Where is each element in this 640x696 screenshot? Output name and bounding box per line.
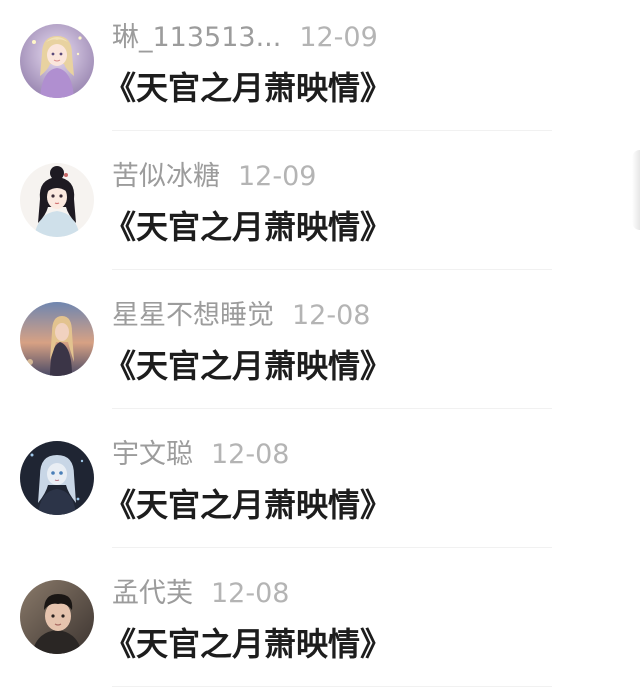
comment-meta: 星星不想睡觉 12-08 <box>112 299 370 333</box>
comment-item: 星星不想睡觉 12-08 《天官之月萧映情》 <box>0 278 640 408</box>
comment-item: 苦似冰糖 12-09 《天官之月萧映情》 <box>0 139 640 269</box>
username[interactable]: 宇文聪 <box>112 439 193 470</box>
divider <box>112 547 552 548</box>
comment-date: 12-08 <box>211 578 290 609</box>
dark-anime-girl-avatar-icon[interactable] <box>20 441 94 515</box>
young-man-photo-avatar-icon[interactable] <box>20 580 94 654</box>
divider <box>112 408 552 409</box>
username[interactable]: 孟代芙 <box>112 578 193 609</box>
comment-item: 琳_113513... 12-09 《天官之月萧映情》 <box>0 0 640 130</box>
comment-item: 孟代芙 12-08 《天官之月萧映情》 <box>0 556 640 686</box>
sunset-girl-avatar-icon[interactable] <box>20 302 94 376</box>
comment-meta: 苦似冰糖 12-09 <box>112 160 316 194</box>
comment-text: 《天官之月萧映情》 <box>104 625 393 663</box>
comment-text: 《天官之月萧映情》 <box>104 486 393 524</box>
comment-date: 12-09 <box>299 22 378 53</box>
divider <box>112 130 552 131</box>
comment-text: 《天官之月萧映情》 <box>104 208 393 246</box>
comment-meta: 宇文聪 12-08 <box>112 438 289 472</box>
girl-purple-dress-avatar-icon[interactable] <box>20 24 94 98</box>
edge-handle <box>632 150 640 230</box>
username[interactable]: 苦似冰糖 <box>112 161 220 192</box>
comment-meta: 琳_113513... 12-09 <box>112 21 378 55</box>
divider <box>112 686 552 687</box>
comment-text: 《天官之月萧映情》 <box>104 69 393 107</box>
comment-item: 宇文聪 12-08 《天官之月萧映情》 <box>0 417 640 547</box>
comment-date: 12-09 <box>238 161 317 192</box>
comment-date: 12-08 <box>211 439 290 470</box>
divider <box>112 269 552 270</box>
comment-meta: 孟代芙 12-08 <box>112 577 289 611</box>
username[interactable]: 星星不想睡觉 <box>112 300 274 331</box>
comment-list: 琳_113513... 12-09 《天官之月萧映情》 苦似冰糖 12-09 《天官… <box>0 0 640 696</box>
username[interactable]: 琳_113513... <box>112 22 281 53</box>
comment-text: 《天官之月萧映情》 <box>104 347 393 385</box>
comment-date: 12-08 <box>292 300 371 331</box>
anime-girl-hair-bun-avatar-icon[interactable] <box>20 163 94 237</box>
